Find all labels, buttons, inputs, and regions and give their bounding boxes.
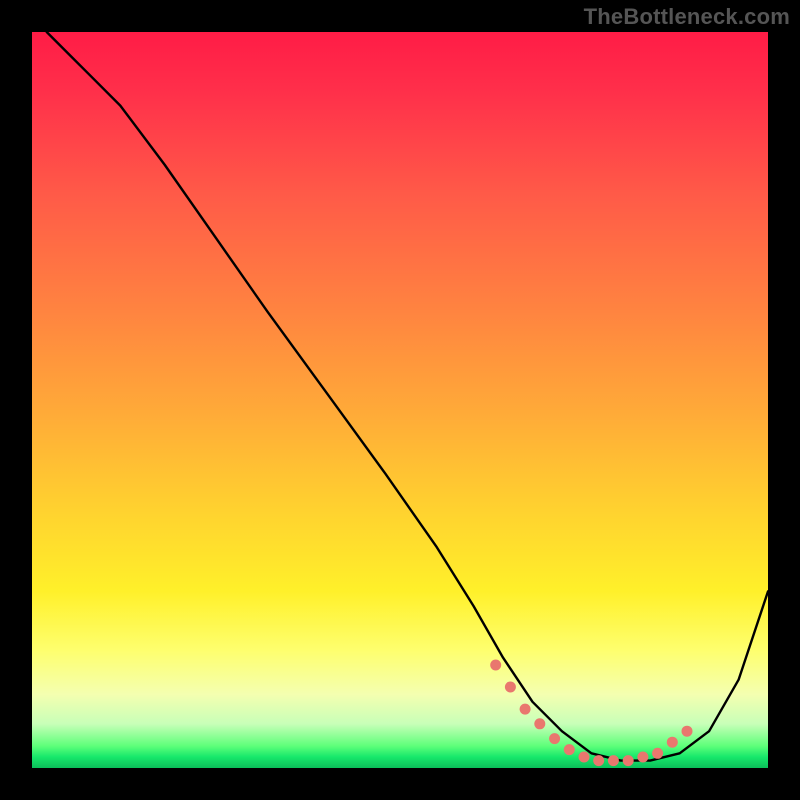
curve-svg (32, 32, 768, 768)
watermark-text: TheBottleneck.com (584, 4, 790, 30)
highlight-dot (652, 748, 663, 759)
highlight-dot (564, 744, 575, 755)
highlight-dot (637, 752, 648, 763)
highlight-dot (534, 718, 545, 729)
highlight-dot (667, 737, 678, 748)
highlight-dot (520, 704, 531, 715)
highlight-dot (549, 733, 560, 744)
chart-frame: TheBottleneck.com (0, 0, 800, 800)
highlight-dot (505, 682, 516, 693)
highlight-dot (682, 726, 693, 737)
highlight-dot (579, 752, 590, 763)
highlight-dots (490, 660, 692, 767)
bottleneck-curve (47, 32, 768, 761)
highlight-dot (593, 755, 604, 766)
highlight-dot (608, 755, 619, 766)
highlight-dot (623, 755, 634, 766)
plot-area (32, 32, 768, 768)
highlight-dot (490, 660, 501, 671)
